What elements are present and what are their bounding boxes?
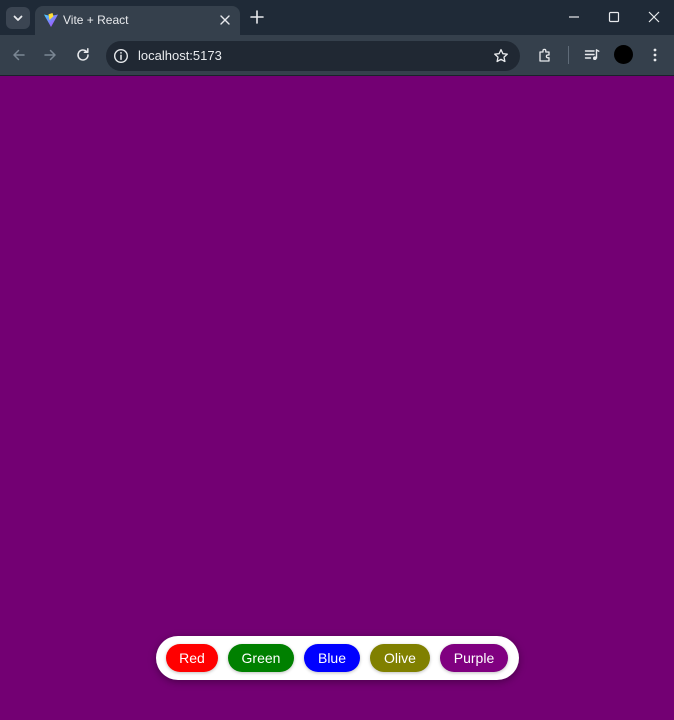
tab-search-button[interactable] bbox=[6, 7, 30, 29]
page-viewport: Red Green Blue Olive Purple bbox=[0, 76, 674, 720]
toolbar-divider bbox=[568, 46, 569, 64]
olive-button[interactable]: Olive bbox=[370, 644, 430, 672]
address-bar[interactable]: localhost:5173 bbox=[106, 41, 520, 71]
vite-logo-icon bbox=[44, 13, 58, 27]
close-window-icon[interactable] bbox=[647, 10, 661, 24]
profile-avatar[interactable] bbox=[614, 45, 633, 64]
plus-icon[interactable] bbox=[250, 10, 264, 24]
close-icon[interactable] bbox=[219, 14, 231, 26]
url-text[interactable]: localhost:5173 bbox=[138, 48, 222, 63]
maximize-icon[interactable] bbox=[607, 10, 621, 24]
tab-strip: Vite + React bbox=[0, 0, 674, 35]
info-icon[interactable] bbox=[113, 48, 129, 64]
green-button[interactable]: Green bbox=[228, 644, 294, 672]
arrow-right-icon[interactable] bbox=[42, 47, 58, 63]
purple-button[interactable]: Purple bbox=[440, 644, 508, 672]
color-button-bar: Red Green Blue Olive Purple bbox=[156, 636, 519, 680]
browser-toolbar: localhost:5173 bbox=[0, 35, 674, 76]
arrow-left-icon[interactable] bbox=[11, 47, 27, 63]
tab-active[interactable]: Vite + React bbox=[35, 6, 240, 35]
minimize-icon[interactable] bbox=[567, 10, 581, 24]
star-icon[interactable] bbox=[493, 48, 509, 64]
tab-title: Vite + React bbox=[63, 13, 129, 27]
red-button[interactable]: Red bbox=[166, 644, 218, 672]
chevron-down-icon bbox=[13, 15, 23, 21]
kebab-menu-icon[interactable] bbox=[647, 47, 663, 63]
blue-button[interactable]: Blue bbox=[304, 644, 360, 672]
media-control-icon[interactable] bbox=[584, 47, 600, 63]
reload-icon[interactable] bbox=[75, 47, 91, 63]
puzzle-icon[interactable] bbox=[537, 47, 553, 63]
